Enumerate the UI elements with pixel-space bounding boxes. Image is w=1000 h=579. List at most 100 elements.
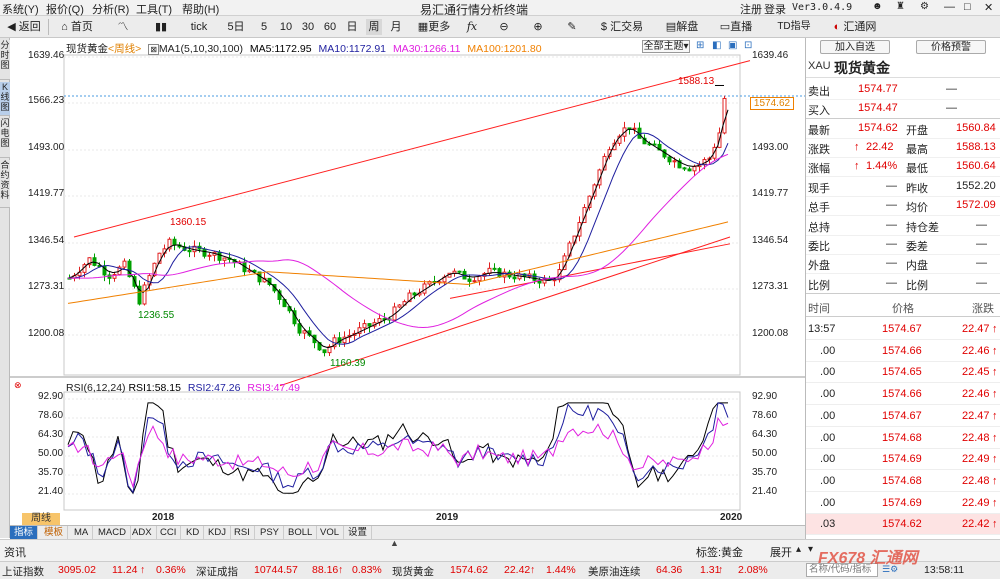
zoom-in-icon[interactable]: ⊕ — [528, 19, 548, 35]
side-tab-flash[interactable]: 闪电图 — [0, 118, 10, 158]
register-link[interactable]: 注册 — [740, 1, 762, 17]
formula-icon[interactable]: fx — [462, 19, 482, 35]
minimize-icon[interactable]: — — [944, 1, 955, 13]
chart-tool-icon-3[interactable]: ▣ — [728, 40, 737, 51]
period-day[interactable]: 日 — [344, 19, 360, 35]
rsi-left-3: 50.00 — [38, 448, 64, 459]
dollar-icon: $ — [600, 21, 608, 33]
period-badge[interactable]: 周线 — [22, 513, 60, 525]
candle-body — [492, 267, 497, 270]
home-button[interactable]: ⌂ 首页 — [54, 19, 100, 35]
tab-boll[interactable]: BOLL — [284, 526, 318, 539]
tab-cci[interactable]: CCI — [156, 526, 182, 539]
hwt-button[interactable]: ◐ 汇通网 — [826, 19, 884, 35]
more-button[interactable]: ▦更多 — [416, 19, 452, 35]
period-week[interactable]: 周 — [366, 19, 382, 35]
back-button[interactable]: ◀ 返回 — [4, 19, 44, 35]
close-icon[interactable]: ✕ — [984, 1, 993, 14]
sh-pct: 0.36% — [156, 564, 186, 576]
add-watchlist-button[interactable]: 加入自选 — [820, 40, 890, 54]
trend-chart-icon[interactable]: 〽 — [112, 19, 134, 35]
kline-icon[interactable]: ▮▮ — [150, 19, 172, 35]
candle-body — [632, 127, 637, 130]
y-right-6: 1200.08 — [752, 328, 789, 339]
scroll-down-icon[interactable]: ▾ — [808, 544, 813, 555]
fx-trade-button[interactable]: $ 汇交易 — [600, 19, 644, 35]
candle-body — [687, 168, 692, 172]
up-arrow-icon: ↑ — [140, 564, 146, 576]
side-tab-timeshare[interactable]: 分时图 — [0, 40, 10, 80]
period-1[interactable]: 5 — [256, 19, 272, 35]
menu-tools[interactable]: 工具(T) — [136, 1, 172, 17]
chart-tool-icon-2[interactable]: ◧ — [712, 40, 721, 51]
unlock-button[interactable]: ▤解盘 — [662, 19, 702, 35]
zoom-out-icon[interactable]: ⊖ — [494, 19, 514, 35]
tab-vol[interactable]: VOL — [316, 526, 345, 539]
tick-time: .00 — [820, 388, 836, 401]
menu-help[interactable]: 帮助(H) — [182, 1, 219, 17]
menu-quote[interactable]: 报价(Q) — [46, 1, 84, 17]
period-month[interactable]: 月 — [388, 19, 404, 35]
side-tab-contract[interactable]: 合约资料 — [0, 160, 10, 208]
collapse-icon[interactable]: ▲ — [390, 538, 399, 548]
user-icon[interactable]: ☻ — [872, 1, 883, 12]
tab-kdj[interactable]: KDJ — [204, 526, 231, 539]
price-alert-button[interactable]: 价格预警 — [916, 40, 986, 54]
tab-template[interactable]: 模板 — [40, 526, 69, 539]
login-link[interactable]: 登录 — [764, 1, 786, 17]
symbol-code: XAU — [808, 60, 831, 72]
gold-label[interactable]: 现货黄金 — [392, 564, 434, 579]
period-5day[interactable]: 5日 — [226, 19, 246, 35]
sz-pct: 0.83% — [352, 564, 382, 576]
annotation-low2: 1160.39 — [330, 358, 366, 369]
tick-change: 22.47 — [962, 409, 990, 422]
chart-canvas[interactable] — [10, 38, 805, 525]
sz-label[interactable]: 深证成指 — [196, 564, 238, 579]
side-tab-kline[interactable]: K线图 — [0, 82, 10, 116]
settings-icon[interactable]: ⚙ — [920, 1, 929, 12]
scroll-up-icon[interactable]: ▴ — [796, 544, 801, 555]
period-30[interactable]: 30 — [300, 19, 316, 35]
tick-time: 13:57 — [808, 323, 836, 335]
theme-select[interactable]: 全部主题▾ — [642, 40, 690, 53]
candle-body — [412, 292, 417, 296]
tab-psy[interactable]: PSY — [256, 526, 285, 539]
period-10[interactable]: 10 — [278, 19, 294, 35]
y-right-4: 1346.54 — [752, 235, 789, 246]
live-button[interactable]: ▭直播 — [716, 19, 756, 35]
version-label: Ver3.0.4.9 — [792, 2, 853, 13]
candle-body — [682, 167, 687, 170]
menu-analysis[interactable]: 分析(R) — [92, 1, 129, 17]
menu-system[interactable]: 系统(Y) — [2, 1, 39, 17]
td-guide-button[interactable]: TD指导 — [774, 19, 814, 35]
tab-settings[interactable]: 设置 — [344, 526, 373, 539]
maximize-icon[interactable]: □ — [964, 1, 971, 13]
y-left-5: 1273.31 — [28, 281, 65, 292]
tick-button[interactable]: tick — [186, 19, 212, 35]
chart-area[interactable]: 现货黄金<周线> ⊠ MA1(5,10,30,100) MA5:1172.95 M… — [10, 38, 805, 525]
sh-label[interactable]: 上证指数 — [2, 564, 44, 579]
rsi-toggle-icon[interactable]: ⊗ — [14, 380, 22, 391]
candle-body — [222, 257, 227, 261]
info-tab[interactable]: 资讯 — [4, 544, 26, 560]
up-arrow-icon: ↑ — [718, 564, 724, 576]
tick-time: .00 — [820, 366, 836, 379]
tick-price: 1574.66 — [882, 388, 922, 401]
monitor-icon: ▭ — [719, 21, 731, 33]
up-arrow-icon: ↑ — [992, 453, 998, 466]
tab-kd[interactable]: KD — [182, 526, 205, 539]
period-60[interactable]: 60 — [322, 19, 338, 35]
expand-button[interactable]: 展开 — [770, 544, 792, 560]
chart-icon: ▤ — [665, 21, 677, 33]
tab-indicator[interactable]: 指标 — [10, 526, 39, 539]
tab-macd[interactable]: MACD — [94, 526, 131, 539]
tab-adx[interactable]: ADX — [128, 526, 157, 539]
tab-rsi[interactable]: RSI — [230, 526, 255, 539]
chart-tool-icon-1[interactable]: ⊞ — [696, 40, 704, 51]
price-tag: 1574.62 — [750, 97, 794, 110]
draw-tool-icon[interactable]: ✎ — [562, 19, 582, 35]
rsi-left-2: 64.30 — [38, 429, 64, 440]
oil-label[interactable]: 美原油连续 — [588, 564, 641, 579]
shirt-icon[interactable]: ♜ — [896, 1, 905, 12]
tab-ma[interactable]: MA — [70, 526, 94, 539]
